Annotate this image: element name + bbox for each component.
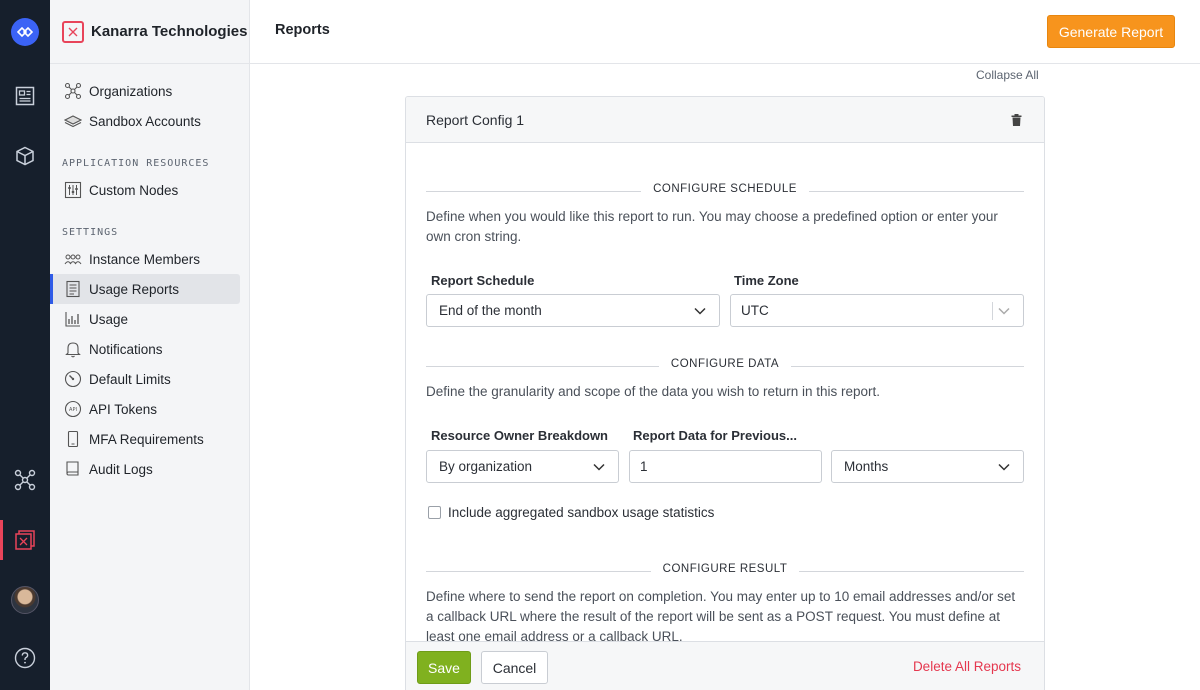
sidebar-item-label: Audit Logs xyxy=(89,461,153,477)
page-title: Reports xyxy=(275,22,330,38)
bar-chart-icon xyxy=(64,310,82,328)
chevron-down-icon xyxy=(694,307,706,315)
delete-all-reports-button[interactable]: Delete All Reports xyxy=(913,659,1021,674)
section-title-data: CONFIGURE DATA xyxy=(658,358,792,370)
sidebar-item-sandbox-accounts[interactable]: Sandbox Accounts xyxy=(50,106,240,136)
members-icon xyxy=(64,250,82,268)
home-logo-button[interactable] xyxy=(0,12,50,52)
organizations-rail-button[interactable] xyxy=(0,460,50,500)
time-zone-select[interactable]: UTC xyxy=(730,294,1024,327)
sidebar-item-audit-logs[interactable]: Audit Logs xyxy=(50,454,240,484)
sidebar-item-notifications[interactable]: Notifications xyxy=(50,334,240,364)
trash-icon xyxy=(1011,113,1022,126)
chevron-down-icon xyxy=(998,463,1010,471)
document-icon xyxy=(64,280,82,298)
previous-period-label: Report Data for Previous... xyxy=(633,428,797,443)
avatar xyxy=(11,586,39,614)
select-divider xyxy=(992,302,993,320)
owner-breakdown-value: By organization xyxy=(439,459,533,474)
report-schedule-label: Report Schedule xyxy=(431,273,535,288)
result-description: Define where to send the report on compl… xyxy=(426,589,1016,644)
sidebar-item-default-limits[interactable]: Default Limits xyxy=(50,364,240,394)
cancel-button[interactable]: Cancel xyxy=(481,651,548,684)
time-zone-value: UTC xyxy=(741,303,769,318)
package-icon xyxy=(16,146,34,166)
bell-icon xyxy=(64,340,82,358)
sidebar-item-label: Usage Reports xyxy=(89,281,180,297)
owner-breakdown-select[interactable]: By organization xyxy=(426,450,619,483)
schedule-description: Define when you would like this report t… xyxy=(426,209,998,244)
form-footer: Save Cancel Delete All Reports xyxy=(405,641,1045,690)
report-schedule-select[interactable]: End of the month xyxy=(426,294,720,327)
instance-icon xyxy=(15,530,35,550)
global-rail xyxy=(0,0,50,690)
sidebar-item-custom-nodes[interactable]: Custom Nodes xyxy=(50,175,240,205)
user-profile-button[interactable] xyxy=(0,580,50,620)
section-label-settings: SETTINGS xyxy=(62,227,119,238)
org-name: Kanarra Technologies xyxy=(91,23,248,40)
layers-icon xyxy=(64,112,82,130)
sidebar-item-label: MFA Requirements xyxy=(89,431,204,447)
collapse-all-link[interactable]: Collapse All xyxy=(976,68,1039,82)
network-icon xyxy=(14,469,36,491)
phone-icon xyxy=(64,430,82,448)
report-schedule-value: End of the month xyxy=(439,303,542,318)
previous-period-input[interactable] xyxy=(629,450,822,483)
generate-report-button[interactable]: Generate Report xyxy=(1047,15,1175,48)
sidebar-item-organizations[interactable]: Organizations xyxy=(50,76,240,106)
sidebar-item-api-tokens[interactable]: API API Tokens xyxy=(50,394,240,424)
sidebar-item-usage-reports[interactable]: Usage Reports xyxy=(50,274,240,304)
delete-report-button[interactable] xyxy=(1011,113,1022,126)
book-icon xyxy=(64,460,82,478)
sliders-icon xyxy=(64,181,82,199)
include-sandbox-checkbox[interactable] xyxy=(428,506,441,519)
page-header: Reports Generate Report xyxy=(250,0,1200,64)
sidebar-item-label: Instance Members xyxy=(89,251,201,267)
instance-settings-rail-button[interactable] xyxy=(0,520,50,560)
period-unit-value: Months xyxy=(844,459,889,474)
sidebar-item-label: Default Limits xyxy=(89,371,171,387)
dashboard-rail-button[interactable] xyxy=(0,76,50,116)
save-button[interactable]: Save xyxy=(417,651,471,684)
help-rail-button[interactable] xyxy=(0,638,50,678)
section-divider-result: CONFIGURE RESULT xyxy=(426,563,1024,579)
data-description: Define the granularity and scope of the … xyxy=(426,384,881,399)
chevron-down-icon xyxy=(593,463,605,471)
section-divider-data: CONFIGURE DATA xyxy=(426,358,1024,374)
org-logo-icon xyxy=(62,20,84,43)
network-icon xyxy=(64,82,82,100)
owner-breakdown-label: Resource Owner Breakdown xyxy=(431,428,608,443)
api-icon: API xyxy=(64,400,82,418)
sidebar-item-label: Usage xyxy=(89,311,129,327)
active-indicator xyxy=(0,520,3,560)
time-zone-label: Time Zone xyxy=(734,273,799,288)
sidebar-item-label: Sandbox Accounts xyxy=(89,113,201,129)
include-sandbox-label: Include aggregated sandbox usage statist… xyxy=(448,505,715,520)
svg-text:API: API xyxy=(69,407,77,413)
section-title-result: CONFIGURE RESULT xyxy=(650,563,800,575)
section-label-application-resources: APPLICATION RESOURCES xyxy=(62,158,210,169)
sidebar-item-usage[interactable]: Usage xyxy=(50,304,240,334)
sidebar-item-label: Organizations xyxy=(89,83,173,99)
dashboard-icon xyxy=(15,86,35,106)
org-header: Kanarra Technologies xyxy=(50,0,249,64)
sidebar-item-label: API Tokens xyxy=(89,401,158,417)
section-title-schedule: CONFIGURE SCHEDULE xyxy=(641,183,809,195)
report-config-header[interactable]: Report Config 1 xyxy=(406,97,1044,143)
sidebar-item-instance-members[interactable]: Instance Members xyxy=(50,244,240,274)
sidebar-item-mfa-requirements[interactable]: MFA Requirements xyxy=(50,424,240,454)
package-rail-button[interactable] xyxy=(0,136,50,176)
include-sandbox-row[interactable]: Include aggregated sandbox usage statist… xyxy=(428,505,714,520)
sidebar-item-label: Notifications xyxy=(89,341,163,357)
section-divider-schedule: CONFIGURE SCHEDULE xyxy=(426,183,1024,199)
period-unit-select[interactable]: Months xyxy=(831,450,1024,483)
help-icon xyxy=(14,647,36,669)
sidebar-item-label: Custom Nodes xyxy=(89,182,179,198)
settings-sidebar: Kanarra Technologies Organizations Sandb… xyxy=(50,0,250,690)
report-config-title: Report Config 1 xyxy=(426,111,525,128)
app-logo-icon xyxy=(11,18,39,46)
report-config-card: Report Config 1 CONFIGURE SCHEDULE Defin… xyxy=(405,96,1045,690)
chevron-down-icon xyxy=(998,307,1010,315)
gauge-icon xyxy=(64,370,82,388)
